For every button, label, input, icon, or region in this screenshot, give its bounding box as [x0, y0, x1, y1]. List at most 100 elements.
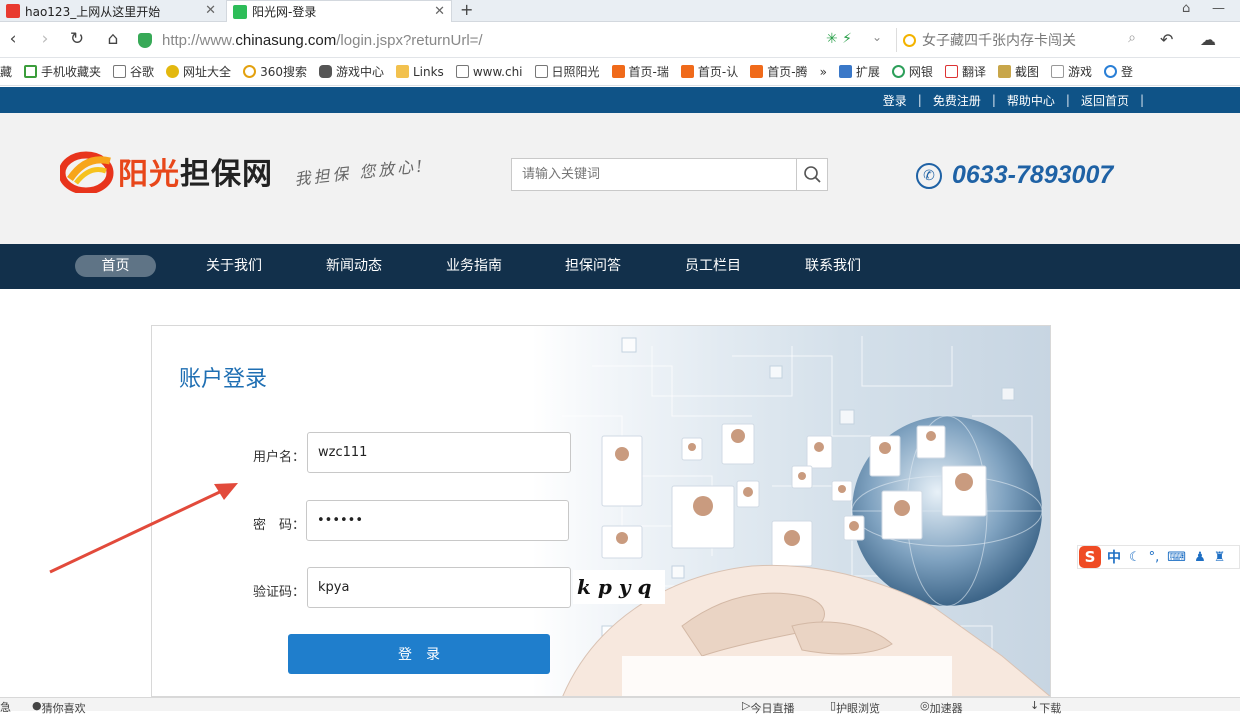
sogou-ime-toolbar[interactable]: S 中 ☾ °, ⌨ ♟ ♜	[1077, 545, 1240, 569]
address-toolbar: ‹ › ↻ ⌂ http://www.chinasung.com/login.j…	[0, 22, 1240, 58]
nav-guide[interactable]: 业务指南	[434, 244, 514, 289]
tab-close-icon[interactable]: ✕	[205, 3, 216, 18]
tab-title: 阳光网-登录	[252, 5, 317, 19]
bookmark-item[interactable]: 360搜索	[243, 63, 307, 80]
punctuation-icon[interactable]: °,	[1149, 550, 1160, 565]
games-button[interactable]: 游戏	[1050, 63, 1092, 80]
password-input[interactable]	[306, 500, 569, 541]
sogou-logo-icon: S	[1079, 546, 1101, 568]
translate-button[interactable]: 翻译	[944, 63, 986, 80]
bookmark-item[interactable]: 谷歌	[113, 63, 154, 80]
site-top-strip: 登录 | 免费注册 | 帮助中心 | 返回首页 |	[0, 87, 1240, 113]
search-engine-box[interactable]: 女子藏四千张内存卡闯关 ⌕	[896, 28, 1144, 52]
top-link-home[interactable]: 返回首页	[1081, 92, 1129, 109]
nav-faq[interactable]: 担保问答	[553, 244, 633, 289]
bank-button[interactable]: 网银	[891, 63, 933, 80]
login-title: 账户登录	[179, 367, 268, 392]
guess-you-like-link[interactable]: ● 猜你喜欢	[32, 699, 86, 715]
bookmark-item[interactable]: 藏	[0, 63, 12, 80]
nav-staff[interactable]: 员工栏目	[673, 244, 753, 289]
minimize-icon[interactable]: —	[1212, 0, 1225, 18]
username-input[interactable]	[307, 432, 571, 473]
search-icon	[1103, 65, 1117, 78]
speed-mode-icon[interactable]: ✳ ⚡	[826, 31, 852, 47]
gamepad-icon	[1050, 65, 1064, 78]
bookmark-item[interactable]: 日照阳光	[534, 63, 600, 80]
search-360-icon	[243, 65, 257, 78]
status-text: 急	[0, 701, 11, 714]
tab-close-icon[interactable]: ✕	[434, 4, 445, 19]
cloud-icon[interactable]: ☁	[1200, 30, 1216, 49]
username-label: 用户名：	[252, 450, 305, 465]
bookmark-item[interactable]: www.chi	[455, 65, 523, 79]
chevron-down-icon[interactable]: ⌄	[872, 30, 882, 44]
site-logo[interactable]: 阳光担保网	[58, 149, 273, 195]
bookmark-item[interactable]: 游戏中心	[318, 63, 384, 80]
captcha-input[interactable]	[307, 567, 571, 608]
forward-icon[interactable]: ›	[34, 28, 56, 50]
nav-about[interactable]: 关于我们	[194, 244, 274, 289]
top-link-login[interactable]: 登录	[883, 92, 907, 109]
captcha-image[interactable]: kpyq	[573, 570, 665, 604]
taobao-icon	[750, 65, 764, 78]
login-button[interactable]: 登	[1103, 63, 1133, 80]
screenshot-button[interactable]: 截图	[997, 63, 1039, 80]
moon-icon[interactable]: ☾	[1129, 550, 1141, 565]
phone-number: 0633-7893007	[952, 161, 1114, 189]
logo-text: 阳光担保网	[118, 157, 273, 192]
translate-icon	[944, 65, 958, 78]
login-submit-button[interactable]: 登录	[288, 634, 550, 674]
browser-tab-hao123[interactable]: hao123_上网从这里开始 ✕	[0, 0, 222, 22]
live-link[interactable]: ▷ 今日直播	[742, 699, 794, 715]
sun-logo-icon	[58, 149, 114, 195]
search-suggestion: 女子藏四千张内存卡闯关	[922, 33, 1076, 49]
accelerator-link[interactable]: ◎ 加速器	[920, 699, 963, 715]
page-icon	[455, 65, 469, 78]
top-link-register[interactable]: 免费注册	[933, 92, 981, 109]
browser-tab-login[interactable]: 阳光网-登录 ✕	[226, 0, 452, 22]
bookmark-item[interactable]: 首页-腾	[750, 63, 808, 80]
site-search-button[interactable]	[796, 159, 827, 190]
bookmark-item[interactable]: 网址大全	[166, 63, 231, 80]
top-link-help[interactable]: 帮助中心	[1007, 92, 1055, 109]
user-icon[interactable]: ♟	[1194, 550, 1206, 565]
search-engine-icon	[903, 33, 916, 47]
search-icon[interactable]: ⌕	[1128, 30, 1136, 46]
reload-icon[interactable]: ↻	[66, 28, 88, 50]
undo-icon[interactable]: ↶	[1160, 30, 1173, 49]
ime-mode[interactable]: 中	[1107, 547, 1121, 567]
more-bookmarks-button[interactable]: »	[820, 65, 827, 79]
folder-icon	[395, 65, 409, 78]
shirt-icon[interactable]: ♜	[1214, 550, 1226, 565]
site-search-input[interactable]	[512, 159, 797, 190]
nav-home[interactable]: 首页	[75, 244, 156, 289]
new-tab-button[interactable]: +	[460, 0, 473, 20]
network-people-illustration	[532, 326, 1050, 696]
security-shield-icon	[138, 32, 152, 48]
phone-icon	[24, 65, 38, 78]
nav-contact[interactable]: 联系我们	[793, 244, 873, 289]
slogan: 我担保 您放心!	[293, 156, 427, 189]
skin-icon[interactable]: ⌂	[1182, 0, 1190, 18]
extensions-button[interactable]: 扩展	[838, 63, 880, 80]
login-panel: 账户登录 用户名： 密 码： 验证码： kpyq 登录	[151, 325, 1051, 697]
url-bar[interactable]: http://www.chinasung.com/login.jspx?retu…	[138, 27, 892, 53]
globe-icon	[166, 65, 180, 78]
password-label: 密 码：	[252, 518, 305, 533]
bookmark-item[interactable]: 首页-认	[680, 63, 738, 80]
captcha-label: 验证码：	[252, 585, 305, 600]
bookmark-item[interactable]: 手机收藏夹	[24, 63, 101, 80]
eye-care-link[interactable]: ▯ 护眼浏览	[830, 699, 880, 715]
back-icon[interactable]: ‹	[2, 28, 24, 50]
extensions-icon	[838, 65, 852, 78]
nav-news[interactable]: 新闻动态	[314, 244, 394, 289]
bank-icon	[891, 65, 905, 78]
bookmark-item[interactable]: 首页-瑞	[611, 63, 669, 80]
home-icon[interactable]: ⌂	[102, 28, 124, 50]
keyboard-icon[interactable]: ⌨	[1167, 550, 1186, 565]
tab-title: hao123_上网从这里开始	[25, 4, 161, 19]
bookmark-item[interactable]: Links	[395, 65, 444, 79]
browser-tab-bar: hao123_上网从这里开始 ✕ 阳光网-登录 ✕ + ⌂ —	[0, 0, 1240, 22]
main-nav: 首页 关于我们 新闻动态 业务指南 担保问答 员工栏目 联系我们	[0, 244, 1240, 289]
download-link[interactable]: ↓ 下载	[1030, 699, 1061, 715]
